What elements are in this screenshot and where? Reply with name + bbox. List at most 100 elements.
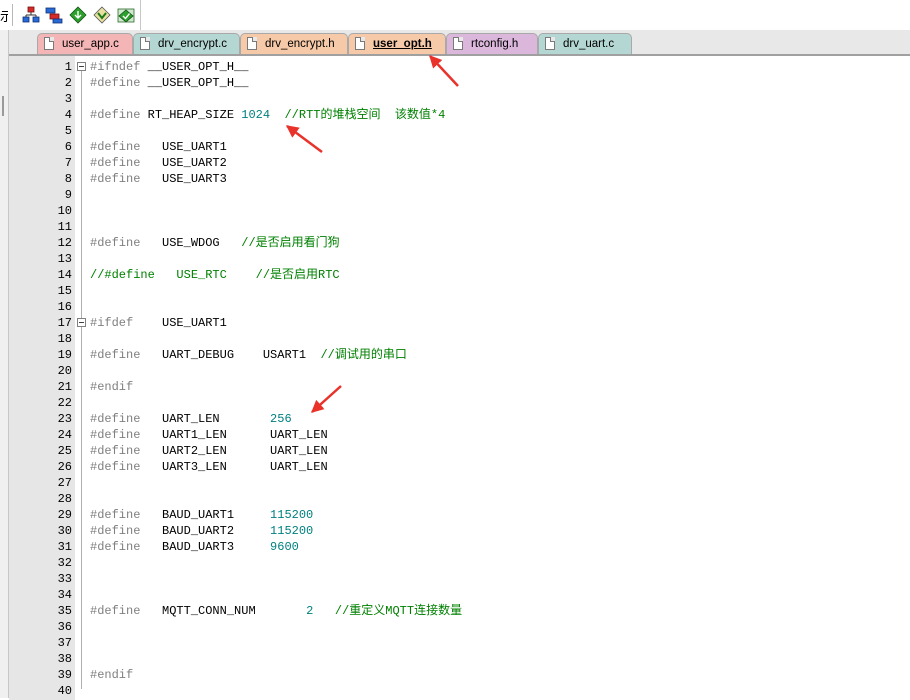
code-line[interactable]: 5 <box>9 123 910 139</box>
code-line[interactable]: 15 <box>9 283 910 299</box>
line-number: 40 <box>57 684 72 698</box>
line-number: 6 <box>64 140 72 154</box>
code-text: #define BAUD_UART1 115200 <box>90 507 313 523</box>
line-number: 39 <box>57 668 72 682</box>
tab-drv-uart-c[interactable]: drv_uart.c <box>538 33 632 54</box>
code-text: #ifndef __USER_OPT_H__ <box>90 59 248 75</box>
code-line[interactable]: 34 <box>9 587 910 603</box>
code-line[interactable]: 39 #endif <box>9 667 910 683</box>
build-target-icon[interactable] <box>22 6 40 24</box>
debug-icon[interactable] <box>93 6 111 24</box>
toolbar: 示 <box>0 0 910 31</box>
code-line[interactable]: 32 <box>9 555 910 571</box>
code-line[interactable]: 27 <box>9 475 910 491</box>
code-line[interactable]: 26 #define UART3_LEN UART_LEN <box>9 459 910 475</box>
code-line[interactable]: 12 #define USE_WDOG //是否启用看门狗 <box>9 235 910 251</box>
code-line[interactable]: 6 #define USE_UART1 <box>9 139 910 155</box>
line-number: 3 <box>64 92 72 106</box>
line-number: 27 <box>57 476 72 490</box>
code-line[interactable]: 36 <box>9 619 910 635</box>
code-token: #define <box>90 604 141 618</box>
code-text: #define UART1_LEN UART_LEN <box>90 427 328 443</box>
options-icon[interactable] <box>117 6 135 24</box>
code-line[interactable]: 10 <box>9 203 910 219</box>
line-number: 23 <box>57 412 72 426</box>
tab-label: user_app.c <box>62 38 119 50</box>
file-icon <box>44 37 54 50</box>
code-line[interactable]: 35 #define MQTT_CONN_NUM 2 //重定义MQTT连接数量 <box>9 603 910 619</box>
line-number: 30 <box>57 524 72 538</box>
code-line[interactable]: 28 <box>9 491 910 507</box>
code-line[interactable]: 4 #define RT_HEAP_SIZE 1024 //RTT的堆栈空间 该数… <box>9 107 910 123</box>
line-number: 35 <box>57 604 72 618</box>
code-token: UART3_LEN UART_LEN <box>140 460 328 474</box>
code-line[interactable]: 31 #define BAUD_UART3 9600 <box>9 539 910 555</box>
code-token: //RTT的堆栈空间 该数值*4 <box>284 108 446 122</box>
code-line[interactable]: 1 #ifndef __USER_OPT_H__ <box>9 59 910 75</box>
line-number: 19 <box>57 348 72 362</box>
line-number: 10 <box>57 204 72 218</box>
code-line[interactable]: 8 #define USE_UART3 <box>9 171 910 187</box>
code-line[interactable]: 7 #define USE_UART2 <box>9 155 910 171</box>
code-token: BAUD_UART3 <box>140 540 271 554</box>
code-line[interactable]: 21 #endif <box>9 379 910 395</box>
tab-user-app-c[interactable]: user_app.c <box>37 33 133 54</box>
line-number: 24 <box>57 428 72 442</box>
code-line[interactable]: 11 <box>9 219 910 235</box>
fold-collapse-icon[interactable] <box>77 62 86 71</box>
fold-collapse-icon[interactable] <box>77 318 86 327</box>
code-line[interactable]: 20 <box>9 363 910 379</box>
code-line[interactable]: 16 <box>9 299 910 315</box>
code-line[interactable]: 2 #define __USER_OPT_H__ <box>9 75 910 91</box>
code-text: #define UART_LEN 256 <box>90 411 292 427</box>
code-line[interactable]: 25 #define UART2_LEN UART_LEN <box>9 443 910 459</box>
code-token: USE_UART3 <box>140 172 227 186</box>
line-number: 29 <box>57 508 72 522</box>
code-line[interactable]: 37 <box>9 635 910 651</box>
code-line[interactable]: 38 <box>9 651 910 667</box>
line-number: 36 <box>57 620 72 634</box>
tab-drv-encrypt-c[interactable]: drv_encrypt.c <box>133 33 240 54</box>
code-token: UART2_LEN UART_LEN <box>140 444 328 458</box>
tab-drv-encrypt-h[interactable]: drv_encrypt.h <box>240 33 348 54</box>
code-line[interactable]: 23 #define UART_LEN 256 <box>9 411 910 427</box>
code-token: #define <box>90 348 141 362</box>
line-number: 1 <box>64 60 72 74</box>
rebuild-icon[interactable] <box>45 6 63 24</box>
code-line[interactable]: 13 <box>9 251 910 267</box>
tab-user-opt-h[interactable]: user_opt.h <box>348 33 446 54</box>
code-line[interactable]: 22 <box>9 395 910 411</box>
line-number: 18 <box>57 332 72 346</box>
code-line[interactable]: 3 <box>9 91 910 107</box>
download-icon[interactable] <box>69 6 87 24</box>
code-line[interactable]: 40 <box>9 683 910 699</box>
code-line[interactable]: 33 <box>9 571 910 587</box>
code-token: #ifndef <box>90 60 141 74</box>
code-line[interactable]: 9 <box>9 187 910 203</box>
code-line[interactable]: 19 #define UART_DEBUG USART1 //调试用的串口 <box>9 347 910 363</box>
file-icon <box>355 37 365 50</box>
line-number: 11 <box>57 220 72 234</box>
code-line[interactable]: 18 <box>9 331 910 347</box>
code-line[interactable]: 30 #define BAUD_UART2 115200 <box>9 523 910 539</box>
file-icon <box>247 37 257 50</box>
code-token: #ifdef <box>90 316 134 330</box>
code-line[interactable]: 17 #ifdef USE_UART1 <box>9 315 910 331</box>
code-token: #define <box>90 444 141 458</box>
code-editor[interactable]: 1 #ifndef __USER_OPT_H__ 2 #define __USER_O… <box>9 54 910 700</box>
code-token: #define <box>90 172 141 186</box>
code-token: //重定义MQTT连接数量 <box>334 604 463 618</box>
line-number: 7 <box>64 156 72 170</box>
code-token: USE_WDOG <box>140 236 242 250</box>
tab-label: drv_encrypt.h <box>265 38 335 50</box>
line-number: 20 <box>57 364 72 378</box>
code-line[interactable]: 14 //#define USE_RTC //是否启用RTC <box>9 267 910 283</box>
tab-label: drv_uart.c <box>563 38 615 50</box>
code-text: #define USE_UART3 <box>90 171 227 187</box>
code-line[interactable]: 24 #define UART1_LEN UART_LEN <box>9 427 910 443</box>
code-line[interactable]: 29 #define BAUD_UART1 115200 <box>9 507 910 523</box>
toolbar-cut-label: 示 <box>0 10 8 25</box>
tab-rtconfig-h[interactable]: rtconfig.h <box>446 33 538 54</box>
line-number: 22 <box>57 396 72 410</box>
